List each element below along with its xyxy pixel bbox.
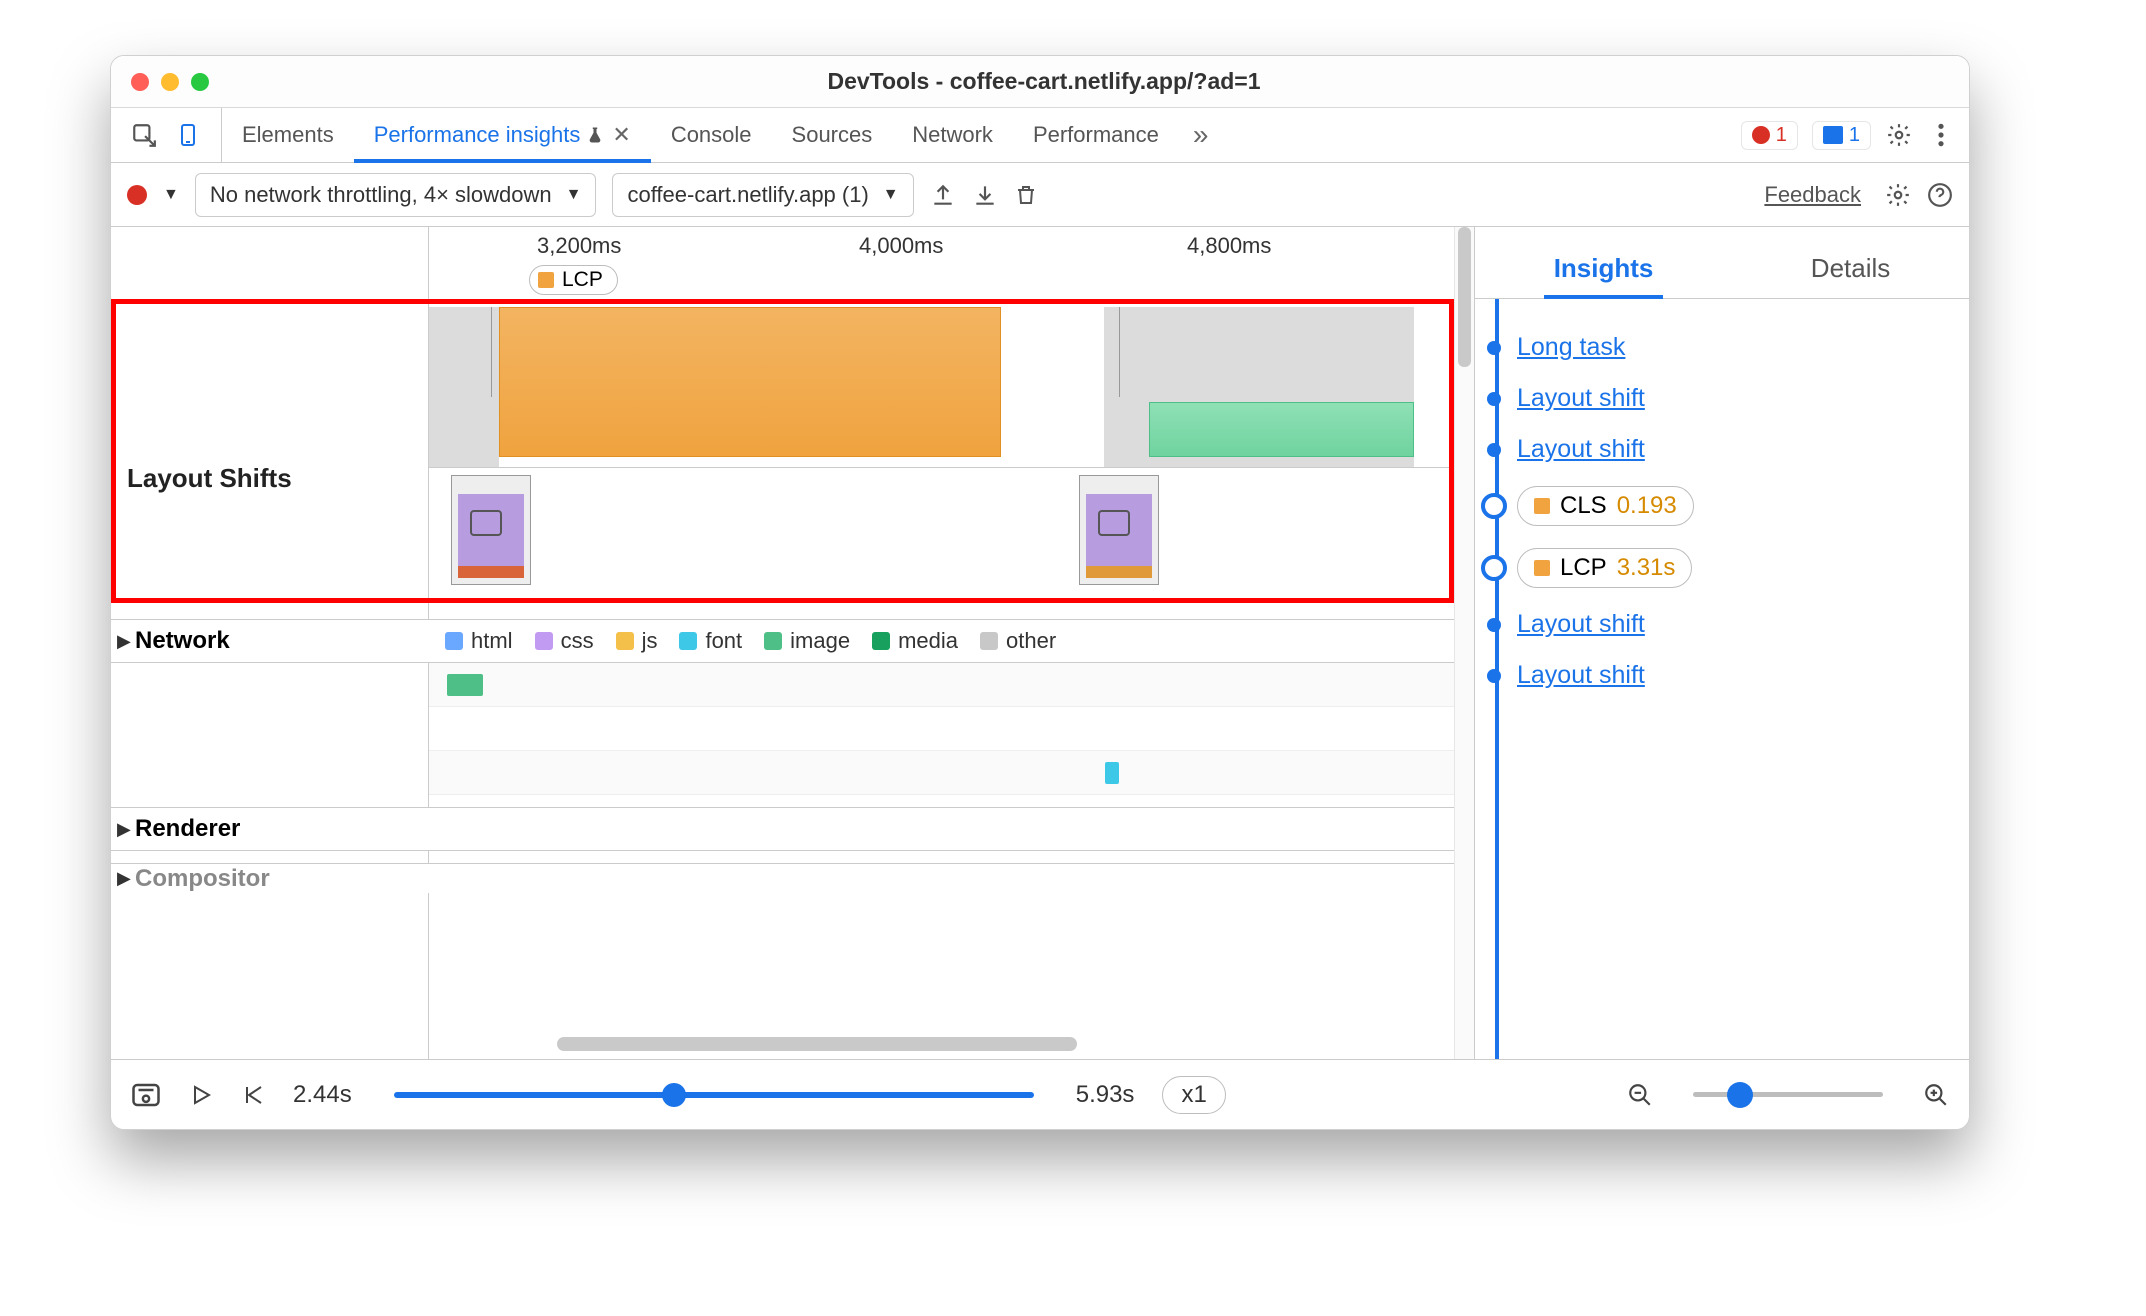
tab-network[interactable]: Network <box>892 108 1013 162</box>
compositor-section-header[interactable]: ▶ Compositor <box>111 863 1454 893</box>
tab-performance-insights[interactable]: Performance insights ✕ <box>354 108 651 162</box>
insight-event[interactable]: Layout shift <box>1517 661 1951 690</box>
timeline-panel[interactable]: 3,200ms 4,000ms 4,800ms LCP <box>111 227 1474 1059</box>
window-title: DevTools - coffee-cart.netlify.app/?ad=1 <box>209 68 1879 95</box>
insight-lcp-metric[interactable]: LCP 3.31s <box>1517 548 1951 588</box>
tab-elements[interactable]: Elements <box>222 108 354 162</box>
devtools-window: DevTools - coffee-cart.netlify.app/?ad=1… <box>110 55 1970 1130</box>
insight-event[interactable]: Layout shift <box>1517 435 1951 464</box>
message-count-badge[interactable]: 1 <box>1812 121 1871 150</box>
network-bar[interactable] <box>1105 762 1119 784</box>
layout-shifts-track[interactable] <box>429 307 1454 467</box>
flame-block[interactable] <box>1149 402 1414 457</box>
disclosure-triangle-icon[interactable]: ▶ <box>117 868 131 889</box>
more-menu-icon[interactable] <box>1927 121 1955 149</box>
vertical-scrollbar[interactable] <box>1454 227 1474 1059</box>
traffic-lights <box>111 73 209 91</box>
time-range-slider[interactable] <box>394 1092 1034 1098</box>
renderer-section-header[interactable]: ▶ Renderer <box>111 807 1454 851</box>
titlebar: DevTools - coffee-cart.netlify.app/?ad=1 <box>111 56 1969 108</box>
playback-bar: 2.44s 5.93s x1 <box>111 1059 1969 1129</box>
insight-event[interactable]: Long task <box>1517 333 1951 362</box>
sidebar-tab-insights[interactable]: Insights <box>1544 239 1664 298</box>
network-bar[interactable] <box>447 674 483 696</box>
network-section-header[interactable]: ▶ Network html css js font image media o… <box>111 619 1454 663</box>
import-icon[interactable] <box>972 182 998 208</box>
disclosure-triangle-icon[interactable]: ▶ <box>117 631 131 652</box>
perf-insights-toolbar: ▼ No network throttling, 4× slowdown▼ co… <box>111 163 1969 227</box>
range-end-label: 5.93s <box>1076 1081 1135 1109</box>
flame-block[interactable] <box>429 307 499 467</box>
minimize-window-button[interactable] <box>161 73 179 91</box>
toggle-screenshots-icon[interactable] <box>131 1082 161 1108</box>
insight-cls-metric[interactable]: CLS 0.193 <box>1517 486 1951 526</box>
throttling-select[interactable]: No network throttling, 4× slowdown▼ <box>195 173 597 217</box>
error-count-badge[interactable]: 1 <box>1741 121 1798 150</box>
lcp-color-swatch <box>538 272 554 288</box>
horizontal-scrollbar-thumb[interactable] <box>557 1037 1077 1051</box>
tab-performance[interactable]: Performance <box>1013 108 1179 162</box>
play-icon[interactable] <box>189 1082 213 1108</box>
message-icon <box>1823 126 1843 144</box>
zoom-in-icon[interactable] <box>1923 1082 1949 1108</box>
more-tabs-icon[interactable]: » <box>1179 119 1223 151</box>
close-window-button[interactable] <box>131 73 149 91</box>
record-dropdown-icon[interactable]: ▼ <box>163 186 179 204</box>
maximize-window-button[interactable] <box>191 73 209 91</box>
recording-select[interactable]: coffee-cart.netlify.app (1)▼ <box>612 173 913 217</box>
tab-sources[interactable]: Sources <box>772 108 893 162</box>
time-tick: 3,200ms <box>537 233 621 259</box>
devtools-tabs-row: Elements Performance insights ✕ Console … <box>111 108 1969 163</box>
layout-shifts-label: Layout Shifts <box>127 463 292 494</box>
insight-event[interactable]: Layout shift <box>1517 610 1951 639</box>
sidebar-tab-details[interactable]: Details <box>1801 239 1900 298</box>
layout-shift-thumbnail[interactable] <box>451 475 531 585</box>
inspect-element-icon[interactable] <box>129 120 159 150</box>
zoom-out-icon[interactable] <box>1627 1082 1653 1108</box>
help-icon[interactable] <box>1927 182 1953 208</box>
export-icon[interactable] <box>930 182 956 208</box>
device-toolbar-icon[interactable] <box>173 120 203 150</box>
playback-speed-chip[interactable]: x1 <box>1162 1076 1225 1114</box>
feedback-link[interactable]: Feedback <box>1764 182 1861 208</box>
network-legend: html css js font image media other <box>445 628 1056 654</box>
settings-icon[interactable] <box>1885 121 1913 149</box>
insight-event[interactable]: Layout shift <box>1517 384 1951 413</box>
delete-icon[interactable] <box>1014 182 1038 208</box>
time-tick: 4,800ms <box>1187 233 1271 259</box>
layout-shift-thumbnail[interactable] <box>1079 475 1159 585</box>
zoom-slider[interactable] <box>1693 1092 1883 1097</box>
flame-block[interactable] <box>499 307 1001 457</box>
range-start-label: 2.44s <box>293 1081 352 1109</box>
error-icon <box>1752 126 1770 144</box>
horizontal-scrollbar[interactable] <box>429 971 1454 989</box>
close-tab-icon[interactable]: ✕ <box>612 122 630 148</box>
experiment-icon <box>586 125 604 145</box>
disclosure-triangle-icon[interactable]: ▶ <box>117 819 131 840</box>
insights-sidebar: Insights Details Long task Layout shift … <box>1474 227 1969 1059</box>
toolbar-settings-icon[interactable] <box>1885 182 1911 208</box>
time-tick: 4,000ms <box>859 233 943 259</box>
seek-start-icon[interactable] <box>241 1082 265 1108</box>
lcp-marker-chip[interactable]: LCP <box>529 265 618 295</box>
time-ruler: 3,200ms 4,000ms 4,800ms LCP <box>429 227 1454 307</box>
main-area: 3,200ms 4,000ms 4,800ms LCP <box>111 227 1969 1059</box>
record-button[interactable] <box>127 185 147 205</box>
tab-console[interactable]: Console <box>651 108 772 162</box>
